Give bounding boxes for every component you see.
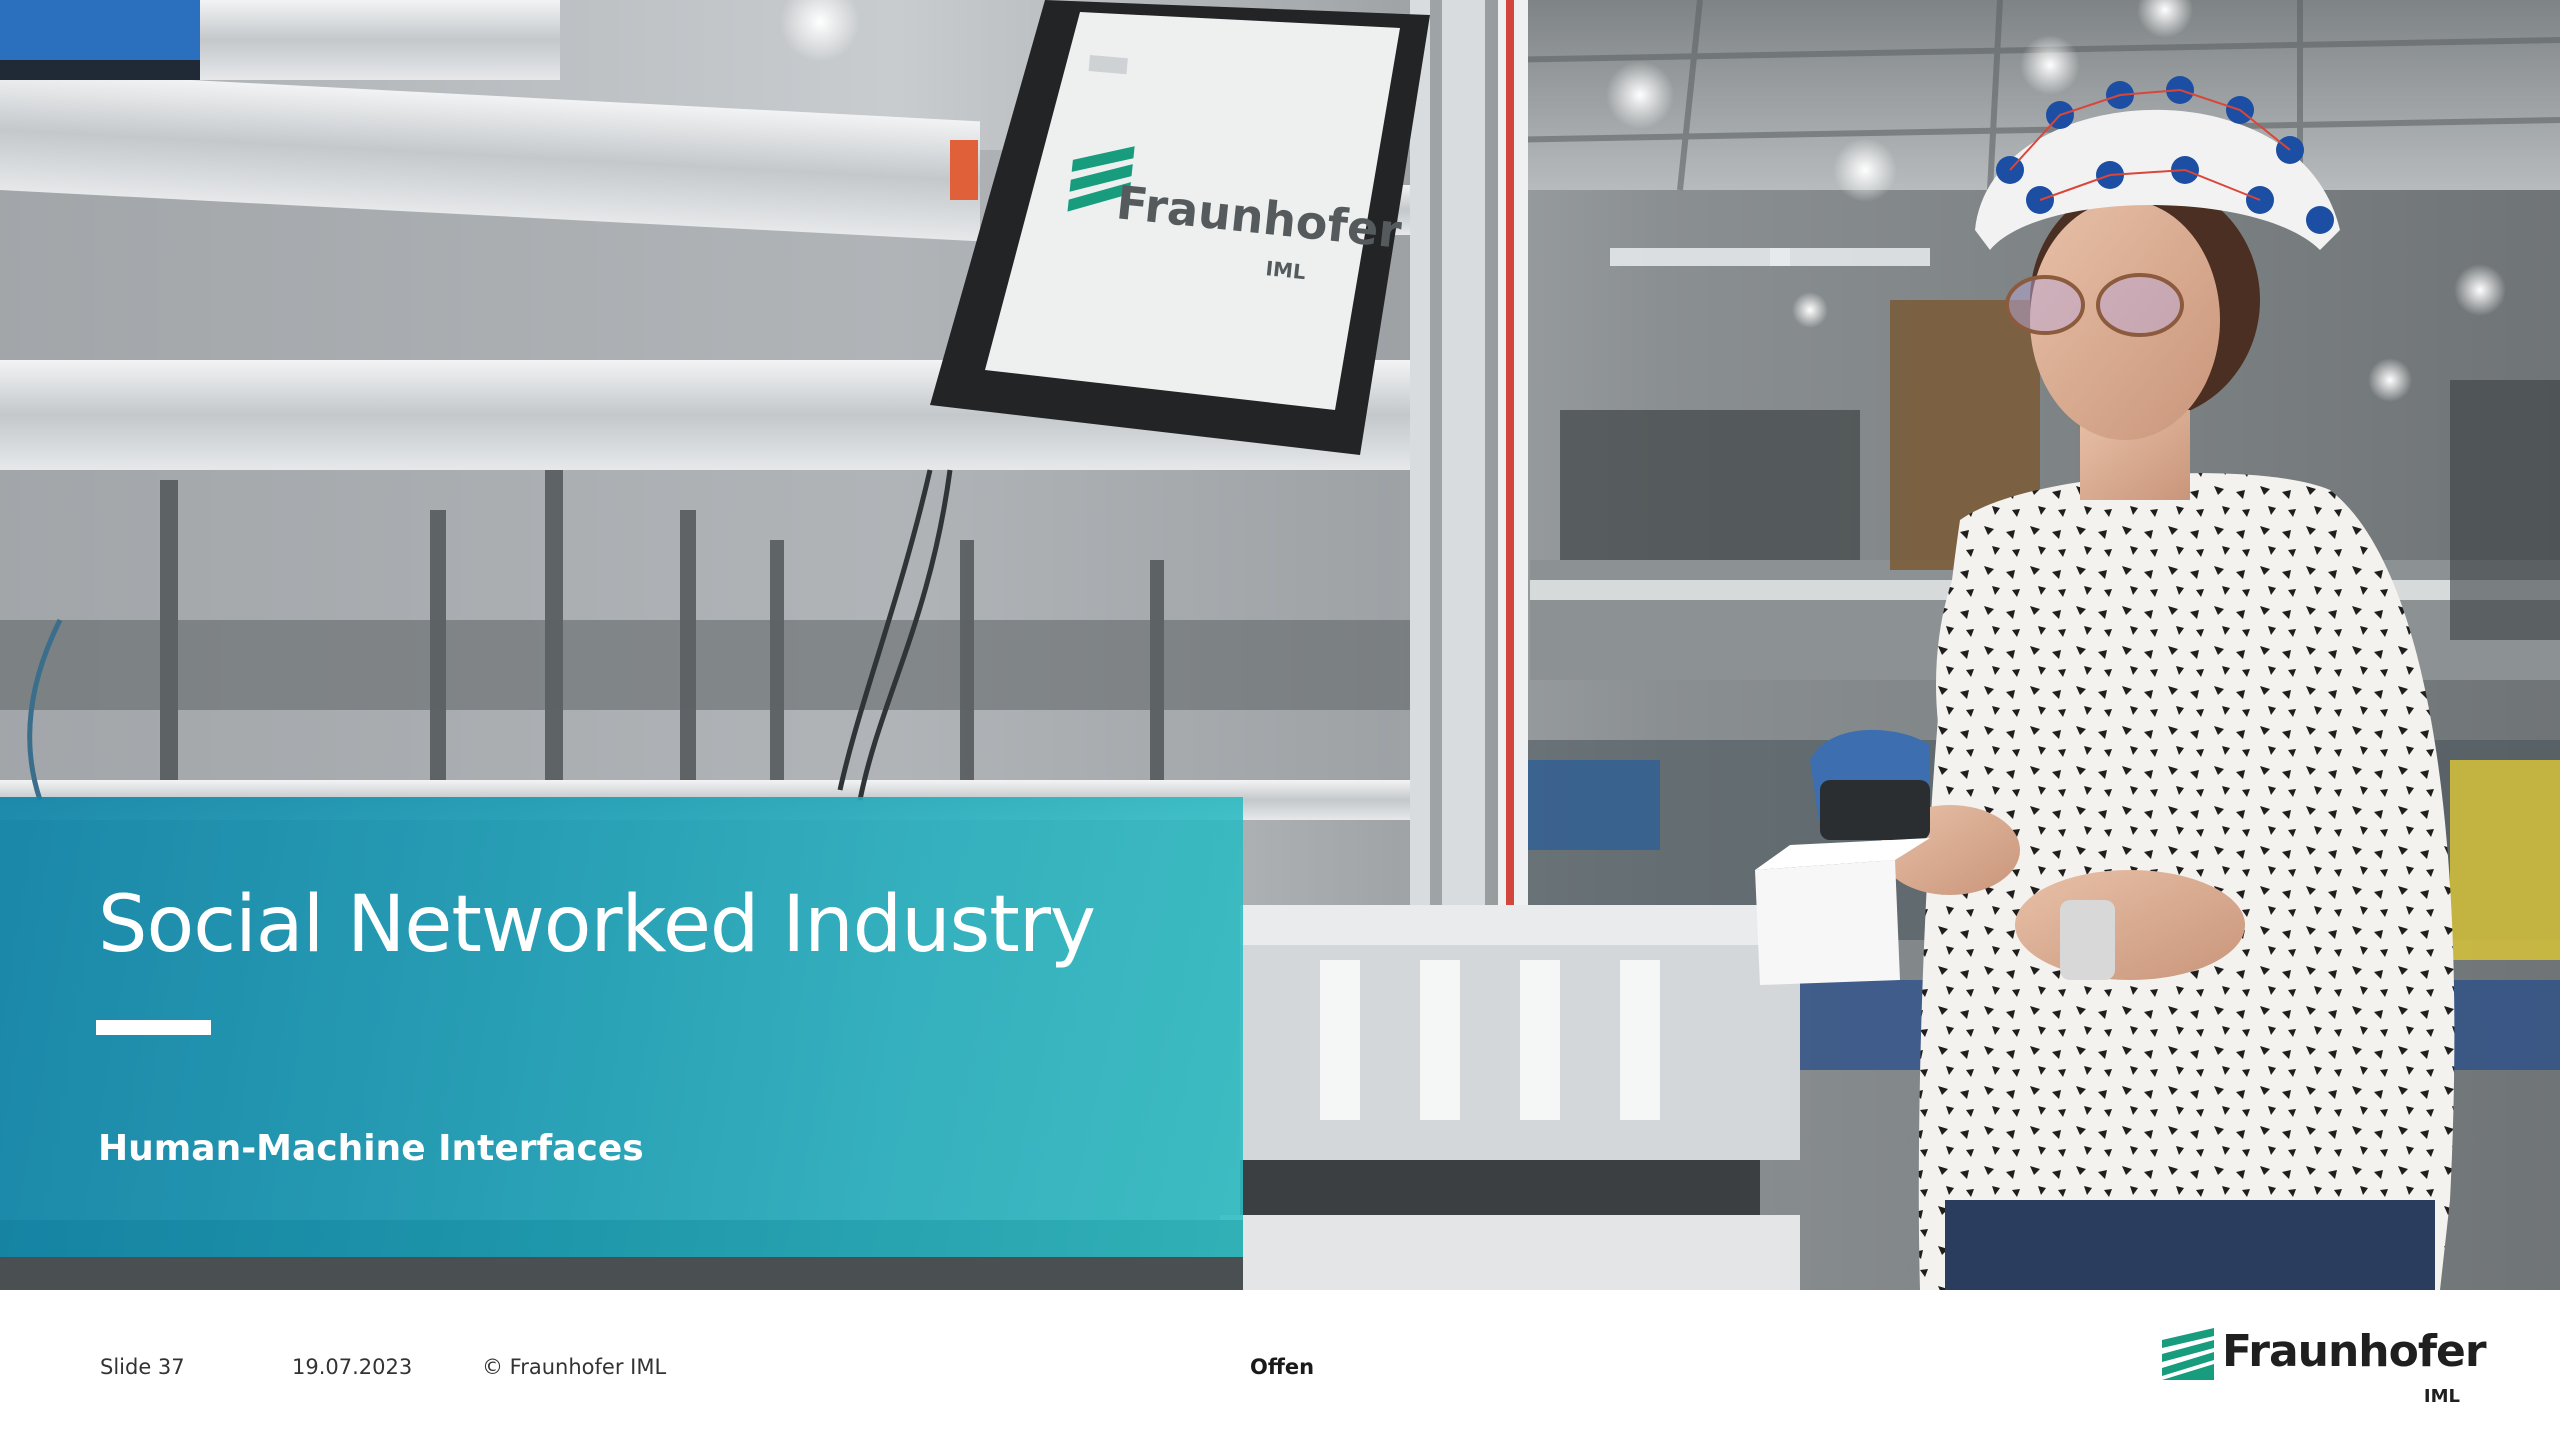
- footer-classification: Offen: [1250, 1355, 1315, 1379]
- presentation-slide: Fraunhofer IML Social Networked Industry…: [0, 0, 2560, 1440]
- slide-subtitle: Human-Machine Interfaces: [98, 1128, 644, 1169]
- fraunhofer-stripes-icon: [2162, 1328, 2214, 1380]
- title-divider: [96, 1020, 211, 1035]
- fraunhofer-logo: Fraunhofer IML: [2162, 1326, 2487, 1416]
- slide-title: Social Networked Industry: [98, 880, 1096, 970]
- logo-wordmark: Fraunhofer: [2222, 1326, 2487, 1377]
- logo-institute: IML: [2423, 1386, 2460, 1407]
- monitor-logo-sub: IML: [1264, 256, 1307, 284]
- slide-number: Slide 37: [100, 1355, 185, 1379]
- footer-date: 19.07.2023: [292, 1355, 413, 1379]
- footer-copyright: © Fraunhofer IML: [482, 1355, 667, 1379]
